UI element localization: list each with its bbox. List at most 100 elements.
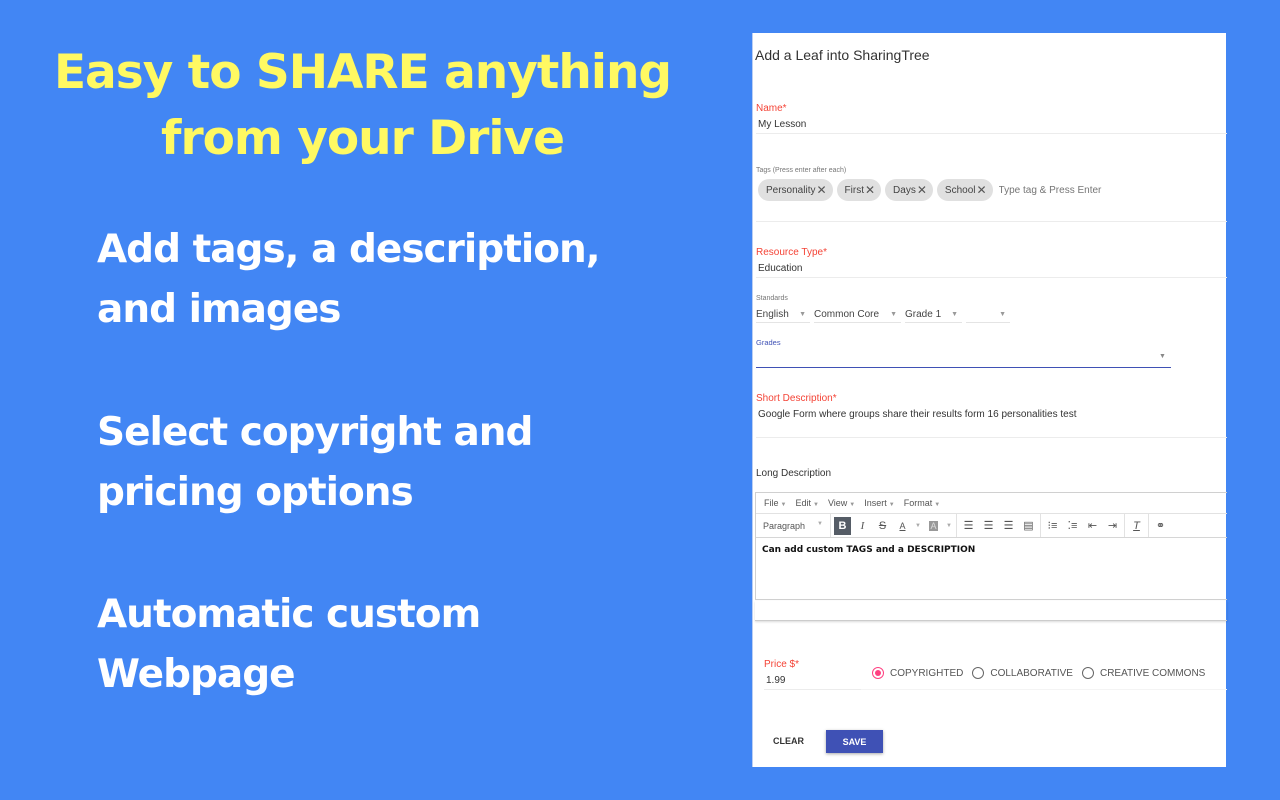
text-color-icon[interactable]: A	[894, 517, 911, 535]
caret-down-icon: ▼	[999, 311, 1006, 318]
clear-button[interactable]: CLEAR	[767, 732, 810, 750]
caret-down-icon[interactable]: ▼	[945, 517, 953, 535]
radio-unchecked-icon	[972, 667, 985, 679]
save-button[interactable]: SAVE	[826, 730, 883, 753]
caret-down-icon: ▼	[890, 311, 897, 318]
grades-select[interactable]	[756, 349, 1171, 367]
editor-statusbar	[755, 601, 1227, 621]
short-description-field[interactable]: Google Form where groups share their res…	[758, 409, 1076, 420]
caret-down-icon: ▼	[849, 502, 856, 508]
resource-type-underline	[756, 277, 1227, 278]
tag-chip[interactable]: Days ✕	[885, 179, 933, 201]
align-justify-icon[interactable]: ▤	[1020, 517, 1037, 535]
caret-down-icon: ▼	[812, 502, 819, 508]
clear-formatting-icon[interactable]: T	[1128, 517, 1145, 535]
standards-label: Standards	[756, 295, 788, 302]
background-color-icon[interactable]: A	[925, 517, 942, 535]
menu-file[interactable]: File ▼	[764, 498, 786, 508]
menu-format-label: Format	[903, 498, 933, 508]
tag-chip[interactable]: First ✕	[836, 179, 882, 201]
tag-chip[interactable]: Personality ✕	[758, 179, 833, 201]
price-label: Price $*	[764, 659, 800, 670]
indent-icon[interactable]: ⇥	[1104, 517, 1121, 535]
close-icon[interactable]: ✕	[976, 184, 986, 196]
italic-icon[interactable]: I	[854, 517, 871, 535]
align-left-icon[interactable]: ☰	[960, 517, 977, 535]
short-description-label: Short Description*	[756, 393, 837, 404]
strikethrough-icon[interactable]: S	[874, 517, 891, 535]
radio-label: CREATIVE COMMONS	[1099, 667, 1206, 679]
subject-select[interactable]: English ▼	[756, 307, 810, 323]
caret-down-icon: ▼	[888, 502, 895, 508]
caret-down-icon: ▼	[780, 502, 787, 508]
grade-select[interactable]: Grade 1 ▼	[905, 307, 962, 323]
add-leaf-form: Add a Leaf into SharingTree Name* My Les…	[752, 33, 1227, 767]
rich-text-editor: File ▼ Edit ▼ View ▼ Insert ▼ Format ▼ Paragr…	[755, 492, 1227, 600]
feature-tags-description: Add tags, a description, and images	[97, 220, 601, 340]
close-icon[interactable]: ✕	[816, 184, 826, 196]
name-underline	[756, 133, 1227, 134]
caret-down-icon: ▼	[951, 311, 958, 318]
radio-creative-commons[interactable]: CREATIVE COMMONS	[1081, 667, 1206, 679]
paragraph-select-value: Paragraph	[763, 520, 806, 531]
menu-edit-label: Edit	[795, 498, 811, 508]
resource-type-field[interactable]: Education	[758, 263, 802, 274]
tag-input[interactable]	[998, 184, 1129, 196]
tags-field: Personality ✕ First ✕ Days ✕ School ✕	[758, 179, 1129, 201]
link-icon[interactable]: ⚭	[1152, 517, 1169, 535]
standards-selects: English ▼ Common Core ▼ Grade 1 ▼ ▼	[756, 307, 1010, 323]
format-group: Paragraph ▼	[756, 514, 831, 537]
editor-content[interactable]: Can add custom TAGS and a DESCRIPTION	[756, 538, 1227, 562]
tag-chip[interactable]: School ✕	[936, 179, 993, 201]
name-field[interactable]: My Lesson	[758, 119, 806, 130]
bold-icon[interactable]: B	[834, 516, 851, 535]
feature-line: Automatic custom	[97, 592, 481, 637]
feature-line: Add tags, a description,	[97, 227, 601, 272]
menu-insert[interactable]: Insert ▼	[864, 498, 894, 508]
menu-edit[interactable]: Edit ▼	[795, 498, 818, 508]
framework-select[interactable]: Common Core ▼	[814, 307, 901, 323]
bullet-list-icon[interactable]: ⁚≡	[1064, 517, 1081, 535]
radio-unchecked-icon	[1081, 667, 1094, 679]
tag-chip-label: Personality	[766, 184, 816, 196]
list-group: ⁝≡ ⁚≡ ⇤ ⇥	[1041, 514, 1125, 537]
caret-down-icon[interactable]: ▼	[914, 517, 922, 535]
align-center-icon[interactable]: ☰	[980, 517, 997, 535]
tags-label: Tags (Press enter after each)	[756, 167, 847, 174]
feature-line: pricing options	[97, 470, 414, 515]
short-description-underline	[756, 437, 1227, 438]
radio-checked-icon	[872, 667, 884, 679]
subject-select-value: English	[756, 309, 789, 320]
headline-line-2: from your Drive	[161, 111, 565, 166]
paragraph-select[interactable]: Paragraph ▼	[759, 521, 827, 531]
menu-format[interactable]: Format ▼	[904, 498, 940, 508]
tag-chip-label: Days	[893, 184, 916, 196]
outdent-icon[interactable]: ⇤	[1084, 517, 1101, 535]
feature-custom-webpage: Automatic custom Webpage	[97, 585, 481, 705]
grades-underline	[756, 367, 1171, 368]
price-field[interactable]: 1.99	[766, 675, 785, 686]
caret-down-icon: ▼	[799, 311, 806, 318]
tag-chip-label: School	[944, 184, 976, 196]
numbered-list-icon[interactable]: ⁝≡	[1044, 517, 1061, 535]
menu-view-label: View	[827, 498, 848, 508]
name-label: Name*	[756, 103, 787, 114]
editor-menubar: File ▼ Edit ▼ View ▼ Insert ▼ Format ▼	[756, 493, 1227, 514]
align-right-icon[interactable]: ☰	[1000, 517, 1017, 535]
menu-file-label: File	[764, 498, 779, 508]
radio-label: COLLABORATIVE	[990, 667, 1073, 679]
close-icon[interactable]: ✕	[917, 184, 927, 196]
price-underline	[764, 689, 861, 690]
radio-copyrighted[interactable]: COPYRIGHTED	[872, 667, 963, 679]
headline-line-1: Easy to SHARE anything	[53, 45, 672, 100]
license-underline	[861, 689, 1227, 690]
caret-down-icon: ▼	[1159, 353, 1166, 360]
link-group: ⚭	[1149, 514, 1172, 537]
tag-chip-label: First	[844, 184, 864, 196]
menu-view[interactable]: View ▼	[828, 498, 855, 508]
close-icon[interactable]: ✕	[865, 184, 875, 196]
radio-collaborative[interactable]: COLLABORATIVE	[972, 667, 1073, 679]
standard-select[interactable]: ▼	[966, 307, 1010, 323]
caret-down-icon: ▼	[817, 520, 823, 527]
promo-headline: Easy to SHARE anything from your Drive	[0, 40, 725, 172]
